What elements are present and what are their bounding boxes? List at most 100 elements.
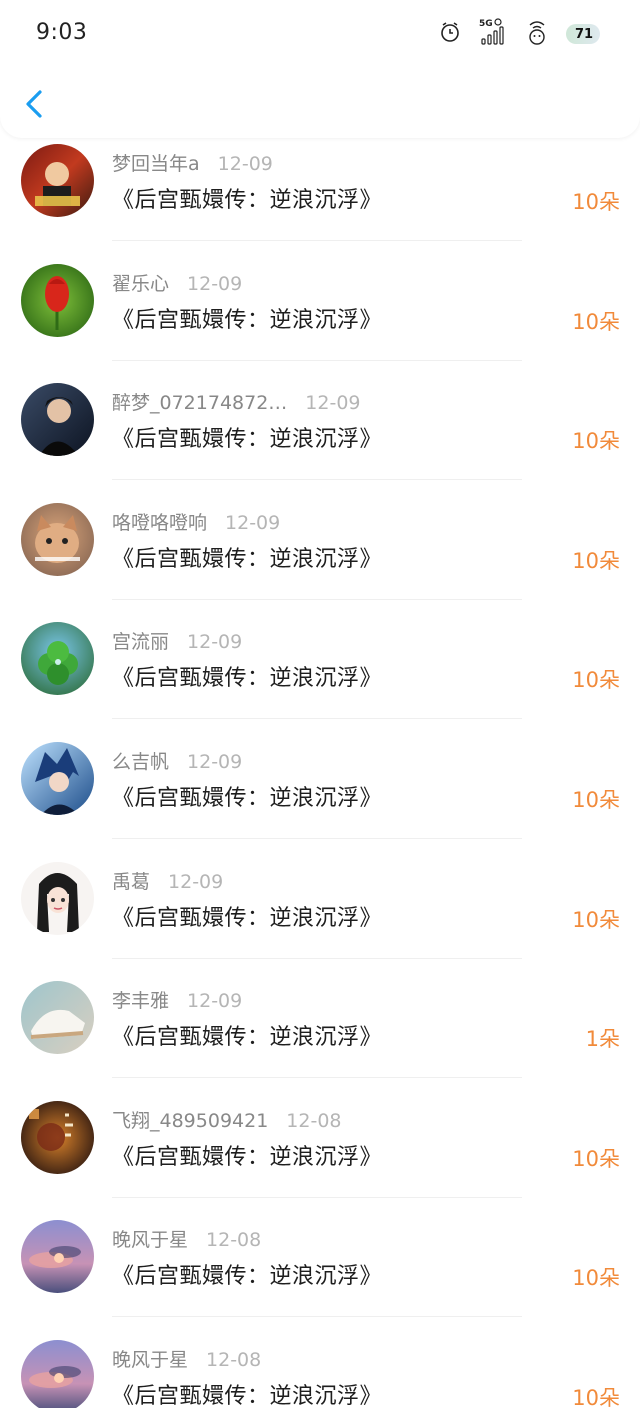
- record-date: 12-09: [187, 750, 243, 773]
- gift-record-row[interactable]: 李丰雅 12-09 《后宫甄嬛传：逆浪沉浮》 1朵: [0, 977, 640, 1097]
- record-date: 12-09: [187, 631, 243, 654]
- gift-record-row[interactable]: 晚风于星 12-08 《后宫甄嬛传：逆浪沉浮》 10朵: [0, 1336, 640, 1408]
- book-title[interactable]: 《后宫甄嬛传：逆浪沉浮》: [112, 302, 382, 334]
- flower-amount: 10朵: [572, 1146, 620, 1171]
- user-avatar[interactable]: [21, 502, 94, 576]
- svg-text:5G: 5G: [479, 19, 493, 29]
- gift-record-row[interactable]: 飞翔_489509421 12-08 《后宫甄嬛传：逆浪沉浮》 10朵: [0, 1097, 640, 1217]
- record-date: 12-09: [187, 272, 243, 295]
- user-avatar[interactable]: [21, 622, 94, 696]
- battery-icon: 71: [566, 24, 602, 44]
- record-date: 12-09: [168, 870, 224, 893]
- user-name[interactable]: 李丰雅: [112, 990, 169, 1012]
- user-name[interactable]: 梦回当年a: [112, 153, 200, 175]
- nav-bar: [0, 70, 640, 138]
- top-header: 9:03 5G 71: [0, 0, 640, 138]
- row-divider: [112, 240, 522, 241]
- user-avatar[interactable]: [21, 263, 94, 337]
- book-title[interactable]: 《后宫甄嬛传：逆浪沉浮》: [112, 1139, 382, 1171]
- row-meta: 咯噔咯噔响 12-09: [112, 508, 280, 534]
- flower-amount: 10朵: [572, 548, 620, 573]
- row-divider: [112, 837, 522, 839]
- flower-amount: 10朵: [572, 190, 620, 214]
- user-avatar[interactable]: [21, 144, 94, 217]
- book-title[interactable]: 《后宫甄嬛传：逆浪沉浮》: [112, 780, 382, 812]
- user-avatar[interactable]: [21, 1220, 94, 1294]
- user-name[interactable]: 晚风于星: [112, 1229, 188, 1251]
- flower-amount: 10朵: [572, 1266, 620, 1291]
- row-meta: 翟乐心 12-09: [112, 269, 242, 295]
- row-meta: 晚风于星 12-08: [112, 1225, 261, 1251]
- user-name[interactable]: 翟乐心: [112, 273, 169, 295]
- flower-amount: 10朵: [572, 429, 620, 454]
- record-date: 12-09: [187, 990, 243, 1013]
- row-meta: 晚风于星 12-08: [112, 1345, 261, 1371]
- status-time: 9:03: [36, 20, 88, 45]
- row-meta: 醉梦_072174872… 12-09: [112, 388, 361, 414]
- flower-amount: 10朵: [572, 787, 620, 812]
- row-divider: [112, 1196, 522, 1198]
- book-title[interactable]: 《后宫甄嬛传：逆浪沉浮》: [112, 1258, 382, 1290]
- status-icons: 5G 71: [438, 16, 602, 52]
- battery-level: 71: [574, 26, 594, 42]
- gift-record-row[interactable]: 醉梦_072174872… 12-09 《后宫甄嬛传：逆浪沉浮》 10朵: [0, 379, 640, 499]
- row-divider: [112, 1316, 522, 1318]
- back-button[interactable]: [16, 84, 56, 124]
- gift-record-row[interactable]: 禹葛 12-09 《后宫甄嬛传：逆浪沉浮》 10朵: [0, 858, 640, 978]
- gift-record-row[interactable]: 晚风于星 12-08 《后宫甄嬛传：逆浪沉浮》 10朵: [0, 1216, 640, 1336]
- signal-5g-icon: 5G: [478, 17, 508, 51]
- user-name[interactable]: 宫流丽: [112, 631, 169, 653]
- book-title[interactable]: 《后宫甄嬛传：逆浪沉浮》: [112, 660, 382, 692]
- book-title[interactable]: 《后宫甄嬛传：逆浪沉浮》: [112, 541, 382, 573]
- gift-record-row[interactable]: 么吉帆 12-09 《后宫甄嬛传：逆浪沉浮》 10朵: [0, 738, 640, 858]
- book-title[interactable]: 《后宫甄嬛传：逆浪沉浮》: [112, 182, 382, 214]
- user-avatar[interactable]: [21, 741, 94, 815]
- gift-record-row[interactable]: 梦回当年a 12-09 《后宫甄嬛传：逆浪沉浮》 10朵: [0, 140, 640, 260]
- gift-record-row[interactable]: 宫流丽 12-09 《后宫甄嬛传：逆浪沉浮》 10朵: [0, 618, 640, 738]
- row-meta: 梦回当年a 12-09: [112, 149, 273, 175]
- gift-record-row[interactable]: 咯噔咯噔响 12-09 《后宫甄嬛传：逆浪沉浮》 10朵: [0, 499, 640, 619]
- user-name[interactable]: 飞翔_489509421: [112, 1110, 268, 1132]
- user-avatar[interactable]: [21, 981, 94, 1055]
- user-avatar[interactable]: [21, 1100, 94, 1174]
- row-divider: [112, 718, 522, 720]
- flower-amount: 1朵: [585, 1027, 620, 1052]
- record-date: 12-08: [206, 1348, 262, 1371]
- user-name[interactable]: 醉梦_072174872…: [112, 392, 287, 414]
- row-meta: 飞翔_489509421 12-08: [112, 1106, 342, 1132]
- book-title[interactable]: 《后宫甄嬛传：逆浪沉浮》: [112, 1019, 382, 1051]
- user-name[interactable]: 咯噔咯噔响: [112, 512, 207, 534]
- row-meta: 么吉帆 12-09: [112, 747, 242, 773]
- chevron-left-icon: [26, 90, 42, 118]
- user-avatar[interactable]: [21, 1339, 94, 1408]
- alarm-clock-icon: [438, 20, 462, 48]
- book-title[interactable]: 《后宫甄嬛传：逆浪沉浮》: [112, 1378, 382, 1408]
- user-avatar[interactable]: [21, 861, 94, 935]
- record-date: 12-08: [206, 1229, 262, 1252]
- row-meta: 禹葛 12-09: [112, 867, 223, 893]
- record-date: 12-08: [286, 1109, 342, 1132]
- status-bar: 9:03 5G 71: [0, 0, 640, 68]
- record-date: 12-09: [217, 153, 273, 175]
- row-meta: 宫流丽 12-09: [112, 627, 242, 653]
- row-divider: [112, 598, 522, 600]
- row-meta: 李丰雅 12-09: [112, 986, 242, 1012]
- row-divider: [112, 359, 522, 361]
- row-divider: [112, 957, 522, 959]
- book-title[interactable]: 《后宫甄嬛传：逆浪沉浮》: [112, 421, 382, 453]
- gift-record-row[interactable]: 翟乐心 12-09 《后宫甄嬛传：逆浪沉浮》 10朵: [0, 260, 640, 380]
- user-name[interactable]: 么吉帆: [112, 751, 169, 773]
- record-date: 12-09: [305, 392, 361, 415]
- book-title[interactable]: 《后宫甄嬛传：逆浪沉浮》: [112, 900, 382, 932]
- user-name[interactable]: 禹葛: [112, 871, 150, 893]
- record-date: 12-09: [225, 511, 281, 534]
- flower-amount: 10朵: [572, 309, 620, 334]
- flower-amount: 10朵: [572, 668, 620, 693]
- user-avatar[interactable]: [21, 383, 94, 457]
- user-name[interactable]: 晚风于星: [112, 1349, 188, 1371]
- wifi-pet-icon: [524, 19, 550, 49]
- row-divider: [112, 479, 522, 481]
- flower-amount: 10朵: [572, 907, 620, 932]
- flower-amount: 10朵: [572, 1385, 620, 1408]
- gift-record-list: 梦回当年a 12-09 《后宫甄嬛传：逆浪沉浮》 10朵 翟乐心 12-09 《后宫甄嬛传：…: [0, 140, 640, 1408]
